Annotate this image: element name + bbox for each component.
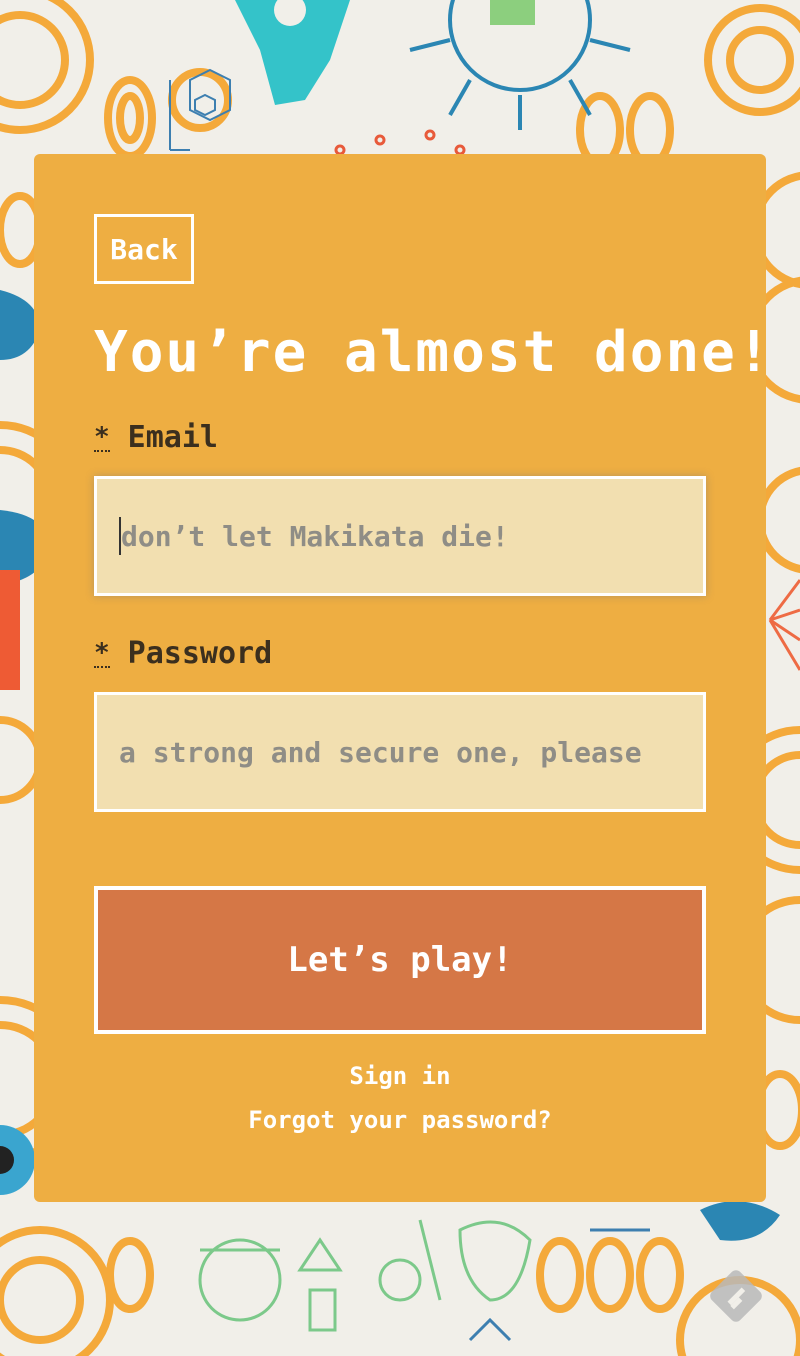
forgot-password-link[interactable]: Forgot your password? bbox=[34, 1106, 766, 1134]
required-marker: * bbox=[94, 637, 110, 668]
email-label-text: Email bbox=[127, 420, 218, 455]
signup-card: Back You’re almost done! * Email don’t l… bbox=[34, 154, 771, 1202]
back-button[interactable]: Back bbox=[94, 214, 194, 284]
email-placeholder: don’t let Makikata die! bbox=[121, 519, 509, 553]
app-logo-icon[interactable] bbox=[708, 1268, 764, 1324]
password-input[interactable]: a strong and secure one, please bbox=[94, 692, 706, 812]
page-title: You’re almost done! bbox=[94, 320, 773, 385]
email-input[interactable]: don’t let Makikata die! bbox=[94, 476, 706, 596]
lets-play-button[interactable]: Let’s play! bbox=[94, 886, 706, 1034]
email-label: * Email bbox=[94, 420, 218, 455]
password-placeholder: a strong and secure one, please bbox=[119, 735, 642, 769]
sign-in-link[interactable]: Sign in bbox=[34, 1062, 766, 1090]
password-label-text: Password bbox=[127, 636, 273, 671]
password-label: * Password bbox=[94, 636, 272, 671]
required-marker: * bbox=[94, 421, 110, 452]
